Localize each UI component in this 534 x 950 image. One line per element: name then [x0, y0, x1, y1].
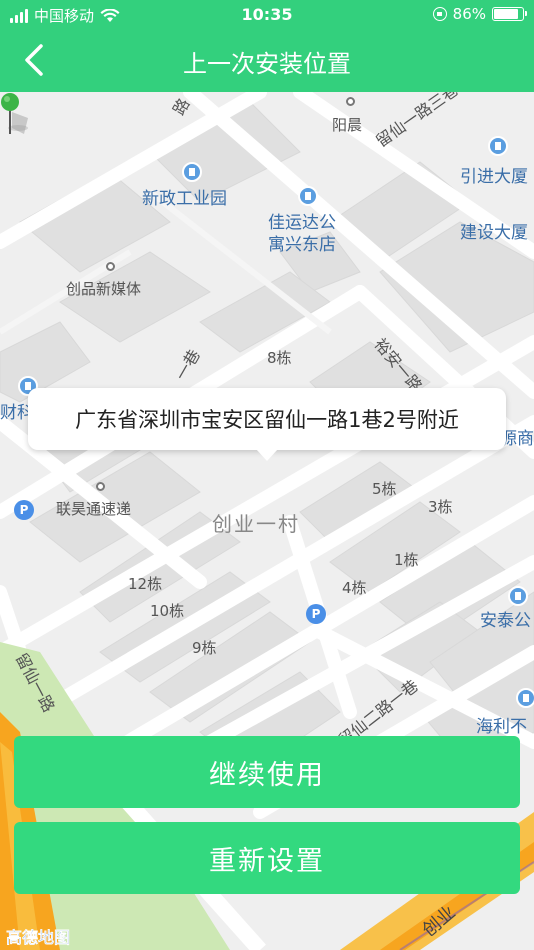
top-bar: 中国移动 10:35 86% 上一次安装位置 — [0, 0, 534, 92]
building-icon — [298, 186, 318, 206]
building-icon — [508, 586, 528, 606]
status-bar: 中国移动 10:35 86% — [0, 0, 534, 30]
map-label: 引进大厦 — [460, 167, 528, 187]
map-label: 安泰公 — [480, 611, 531, 631]
status-right: 86% — [432, 5, 527, 23]
building-icon — [516, 688, 534, 708]
battery-percent: 86% — [452, 5, 486, 23]
building-icon — [182, 162, 202, 182]
battery-icon — [492, 7, 527, 21]
poi-dot — [106, 262, 115, 271]
rotation-lock-icon — [432, 7, 447, 21]
poi-dot — [346, 97, 355, 106]
map-label: 阳晨 — [332, 116, 363, 134]
location-pin-icon — [1, 93, 28, 134]
continue-button[interactable]: 继续使用 — [14, 736, 520, 808]
map-label: 5栋 — [372, 480, 397, 498]
map-label: 建设大厦 — [460, 223, 528, 243]
amap-logo: 高德地图 — [6, 928, 71, 947]
reset-button[interactable]: 重新设置 — [14, 822, 520, 894]
battery-fill — [494, 9, 518, 19]
map-label: 创业一村 — [212, 512, 300, 536]
parking-icon: P — [306, 604, 326, 624]
building-icon — [488, 136, 508, 156]
map-label: 4栋 — [342, 579, 367, 597]
map-label: 12栋 — [128, 575, 163, 593]
map-label: 海利不 — [476, 717, 527, 737]
map-label: 联昊通速递 — [56, 500, 132, 518]
parking-icon: P — [14, 500, 34, 520]
map-label: 寓兴东店 — [268, 235, 336, 255]
nav-bar: 上一次安装位置 — [0, 30, 534, 92]
map-label: 3栋 — [428, 498, 453, 516]
map-label: 8栋 — [267, 349, 292, 367]
map-label: 1栋 — [394, 551, 419, 569]
map-label: 9栋 — [192, 639, 217, 657]
page-title: 上一次安装位置 — [183, 50, 351, 78]
map-label: 新政工业园 — [142, 189, 227, 209]
map-label: 10栋 — [150, 602, 185, 620]
address-popup: 广东省深圳市宝安区留仙一路1巷2号附近 — [28, 388, 506, 461]
poi-dot — [96, 482, 105, 491]
address-text: 广东省深圳市宝安区留仙一路1巷2号附近 — [75, 408, 459, 432]
map-label: 创品新媒体 — [66, 280, 142, 298]
